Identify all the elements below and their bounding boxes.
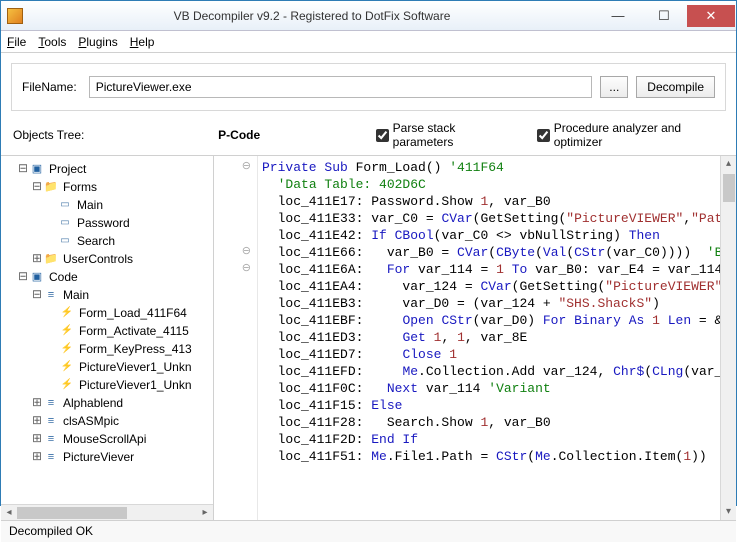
module-icon xyxy=(43,414,59,428)
module-icon xyxy=(43,396,59,410)
tree-twisty[interactable]: ⊟ xyxy=(31,178,43,196)
menu-help[interactable]: Help xyxy=(130,35,155,49)
tree-twisty[interactable]: ⊞ xyxy=(31,430,43,448)
status-bar: Decompiled OK xyxy=(1,520,736,542)
fold-icon[interactable]: ⊖ xyxy=(214,261,257,278)
decompile-button[interactable]: Decompile xyxy=(636,76,715,98)
status-text: Decompiled OK xyxy=(9,524,93,538)
titlebar: VB Decompiler v9.2 - Registered to DotFi… xyxy=(1,1,736,31)
method-icon xyxy=(59,378,75,392)
filename-input[interactable] xyxy=(89,76,593,98)
code-gutter[interactable]: ⊖ ⊖ ⊖ xyxy=(214,156,258,520)
scroll-down-icon[interactable]: ▾ xyxy=(721,504,736,520)
scroll-right-icon[interactable]: ▸ xyxy=(197,505,213,520)
tree-node-scroll[interactable]: MouseScrollApi xyxy=(63,430,146,448)
main-split: ⊟ Project ⊟ Forms Main Password Search ⊞ Us… xyxy=(1,156,736,520)
method-icon xyxy=(59,342,75,356)
method-icon xyxy=(59,360,75,374)
form-icon xyxy=(57,216,73,230)
menu-file[interactable]: File xyxy=(7,35,26,49)
app-icon xyxy=(7,8,23,24)
tree-node-usercontrols[interactable]: UserControls xyxy=(63,250,133,268)
tree-node-method[interactable]: Form_Load_411F64 xyxy=(79,304,187,322)
tree-node-method[interactable]: PictureViever1_Unkn xyxy=(79,376,192,394)
form-icon xyxy=(57,234,73,248)
code-editor[interactable]: Private Sub Form_Load() '411F64 'Data Ta… xyxy=(258,156,720,520)
tree-node-search[interactable]: Search xyxy=(77,232,115,250)
code-vscrollbar[interactable]: ▴ ▾ xyxy=(720,156,736,520)
module-icon xyxy=(43,450,59,464)
tree-node-main-mod[interactable]: Main xyxy=(63,286,89,304)
tree-twisty[interactable]: ⊟ xyxy=(17,268,29,286)
menubar: File Tools Plugins Help xyxy=(1,31,736,53)
close-button[interactable]: ✕ xyxy=(687,5,735,27)
tree-node-code[interactable]: Code xyxy=(49,268,78,286)
project-icon xyxy=(29,162,45,176)
filename-label: FileName: xyxy=(22,80,77,94)
window-controls: — ☐ ✕ xyxy=(595,5,735,27)
code-icon xyxy=(29,270,45,284)
browse-button[interactable]: ... xyxy=(600,76,628,98)
scroll-left-icon[interactable]: ◂ xyxy=(1,505,17,520)
code-pane: ⊖ ⊖ ⊖ Private Sub Form_Load() '411F64 'D… xyxy=(214,156,736,520)
tree-node-method[interactable]: PictureViever1_Unkn xyxy=(79,358,192,376)
method-icon xyxy=(59,324,75,338)
tree-twisty[interactable]: ⊞ xyxy=(31,394,43,412)
folder-icon xyxy=(43,180,59,194)
tree-node-method[interactable]: Form_KeyPress_413 xyxy=(79,340,192,358)
folder-icon xyxy=(43,252,59,266)
tree-node-alpha[interactable]: Alphablend xyxy=(63,394,123,412)
module-icon xyxy=(43,288,59,302)
objects-tree[interactable]: ⊟ Project ⊟ Forms Main Password Search ⊞ Us… xyxy=(3,160,213,466)
tree-node-project[interactable]: Project xyxy=(49,160,86,178)
menu-plugins[interactable]: Plugins xyxy=(78,35,117,49)
optimizer-checkbox[interactable]: Procedure analyzer and optimizer xyxy=(537,121,724,149)
tree-twisty[interactable]: ⊟ xyxy=(31,286,43,304)
tree-node-password[interactable]: Password xyxy=(77,214,130,232)
tree-twisty[interactable]: ⊞ xyxy=(31,448,43,466)
fold-icon[interactable]: ⊖ xyxy=(214,159,257,176)
tree-hscrollbar[interactable]: ◂ ▸ xyxy=(1,504,213,520)
scroll-thumb[interactable] xyxy=(723,174,735,202)
objects-tree-label: Objects Tree: xyxy=(13,128,194,142)
minimize-button[interactable]: — xyxy=(595,5,641,27)
scroll-thumb[interactable] xyxy=(17,507,127,519)
file-panel: FileName: ... Decompile xyxy=(11,63,726,111)
info-bar: Objects Tree: P-Code Parse stack paramet… xyxy=(1,117,736,156)
tree-twisty[interactable]: ⊟ xyxy=(17,160,29,178)
tree-node-method[interactable]: Form_Activate_4115 xyxy=(79,322,189,340)
tree-node-main-form[interactable]: Main xyxy=(77,196,103,214)
menu-tools[interactable]: Tools xyxy=(38,35,66,49)
module-icon xyxy=(43,432,59,446)
tree-twisty[interactable]: ⊞ xyxy=(31,250,43,268)
tree-twisty[interactable]: ⊞ xyxy=(31,412,43,430)
maximize-button[interactable]: ☐ xyxy=(641,5,687,27)
tree-node-pic[interactable]: PictureViever xyxy=(63,448,134,466)
pcode-label: P-Code xyxy=(218,128,351,142)
form-icon xyxy=(57,198,73,212)
tree-node-cls[interactable]: clsASMpic xyxy=(63,412,119,430)
fold-icon[interactable]: ⊖ xyxy=(214,244,257,261)
parse-stack-checkbox[interactable]: Parse stack parameters xyxy=(376,121,513,149)
method-icon xyxy=(59,306,75,320)
tree-node-forms[interactable]: Forms xyxy=(63,178,97,196)
window-title: VB Decompiler v9.2 - Registered to DotFi… xyxy=(29,9,595,23)
scroll-up-icon[interactable]: ▴ xyxy=(721,156,736,172)
tree-pane: ⊟ Project ⊟ Forms Main Password Search ⊞ Us… xyxy=(1,156,214,520)
